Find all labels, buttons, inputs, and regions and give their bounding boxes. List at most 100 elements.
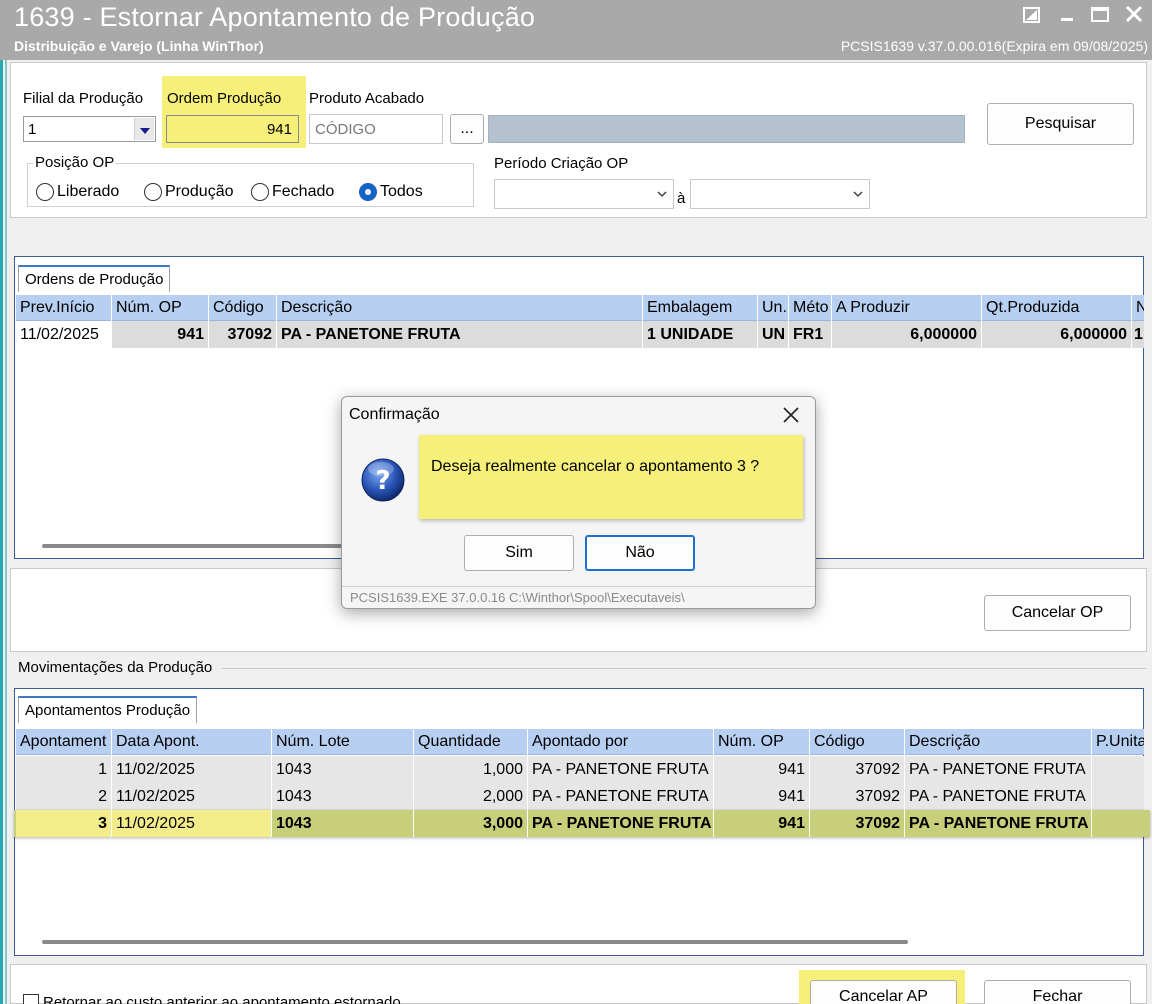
version-text: PCSIS1639 v.37.0.00.016(Expira em 09/08/… xyxy=(840,38,1148,54)
minimize-icon[interactable] xyxy=(1055,4,1079,26)
cell-un: UN xyxy=(757,321,788,348)
chevron-down-icon xyxy=(140,128,150,134)
cell-quantidade: 2,000 xyxy=(413,783,527,810)
cell-descricao: PA - PANETONE FRUTA xyxy=(276,321,642,348)
dialog-message: Deseja realmente cancelar o apontamento … xyxy=(431,458,760,475)
cell-num-op: 941 xyxy=(111,321,208,348)
retornar-custo-label: Retornar ao custo anterior ao apontament… xyxy=(43,994,401,1004)
cell-apontado-por: PA - PANETONE FRUTA xyxy=(527,783,713,810)
ordens-horizontal-scrollbar[interactable] xyxy=(42,544,342,548)
radio-fechado-label: Fechado xyxy=(272,183,335,200)
cell-codigo: 37092 xyxy=(809,810,904,837)
cell-metodo: FR1 xyxy=(788,321,831,348)
tab-apontamentos-producao[interactable]: Apontamentos Produção xyxy=(18,696,198,723)
col-p-unitario[interactable]: P.Unita xyxy=(1091,729,1144,755)
ordem-value: 941 xyxy=(266,121,292,138)
retornar-custo-checkbox[interactable] xyxy=(23,994,39,1004)
sim-label: Sim xyxy=(505,544,533,561)
cell-n: 1 xyxy=(1131,321,1144,348)
ordem-input[interactable]: 941 xyxy=(166,115,299,143)
cell-apontamento: 1 xyxy=(98,761,107,778)
maximize-icon[interactable] xyxy=(1088,4,1112,26)
cancelar-op-label: Cancelar OP xyxy=(1011,604,1104,621)
cell-a-produzir: 6,000000 xyxy=(831,321,981,348)
cell-quantidade: 3,000 xyxy=(413,810,527,837)
fechar-button[interactable]: Fechar xyxy=(984,980,1131,1004)
cancelar-op-button[interactable]: Cancelar OP xyxy=(984,595,1131,631)
cell-p-unitario xyxy=(1091,756,1144,783)
apontamentos-horizontal-scrollbar[interactable] xyxy=(42,940,908,944)
cell-codigo: 37092 xyxy=(809,783,904,810)
produto-search-button[interactable]: ... xyxy=(450,114,484,144)
nao-button[interactable]: Não xyxy=(585,535,695,571)
periodo-fim-select[interactable] xyxy=(690,179,870,209)
cell-num-op: 941 xyxy=(713,810,809,837)
cell-num-op: 941 xyxy=(713,756,809,783)
col-data-apont[interactable]: Data Apont. xyxy=(111,729,271,755)
produto-codigo-input[interactable]: CÓDIGO xyxy=(309,114,443,144)
cell-apontado-por: PA - PANETONE FRUTA xyxy=(527,810,713,837)
col-descricao[interactable]: Descrição xyxy=(276,295,642,321)
table-row-selected[interactable]: 3 11/02/2025 1043 3,000 PA - PANETONE FR… xyxy=(14,810,1150,837)
cell-prev-inicio: 11/02/2025 xyxy=(20,326,99,343)
cell-embalagem: 1 UNIDADE xyxy=(642,321,757,348)
cell-codigo: 37092 xyxy=(208,321,276,348)
col-codigo[interactable]: Código xyxy=(809,729,904,755)
radio-fechado[interactable]: Fechado xyxy=(251,183,334,201)
col-num-lote[interactable]: Núm. Lote xyxy=(271,729,413,755)
edit-icon[interactable] xyxy=(1020,4,1044,26)
periodo-inicio-select[interactable] xyxy=(494,179,674,209)
fechar-label: Fechar xyxy=(1032,988,1083,1004)
col-quantidade[interactable]: Quantidade xyxy=(413,729,527,755)
cell-num-lote: 1043 xyxy=(271,810,413,837)
col-codigo[interactable]: Código xyxy=(208,295,276,321)
col-apontado-por[interactable]: Apontado por xyxy=(527,729,713,755)
movimentacoes-label: Movimentações da Produção xyxy=(18,659,213,676)
col-apontamento[interactable]: Apontament xyxy=(16,729,111,755)
cancelar-ap-button[interactable]: Cancelar AP xyxy=(810,980,957,1004)
radio-liberado[interactable]: Liberado xyxy=(36,183,119,201)
dialog-message-box: Deseja realmente cancelar o apontamento … xyxy=(419,435,803,519)
radio-todos-label: Todos xyxy=(380,183,423,200)
cell-descricao: PA - PANETONE FRUTA xyxy=(904,783,1091,810)
col-embalagem[interactable]: Embalagem xyxy=(642,295,757,321)
produto-descricao-field xyxy=(488,115,965,143)
radio-producao[interactable]: Produção xyxy=(144,183,234,201)
close-icon[interactable] xyxy=(1122,4,1146,26)
cell-codigo: 37092 xyxy=(809,756,904,783)
cell-data-apont: 11/02/2025 xyxy=(111,756,271,783)
col-qt-produzida[interactable]: Qt.Produzida xyxy=(981,295,1131,321)
table-row[interactable]: 2 11/02/2025 1043 2,000 PA - PANETONE FR… xyxy=(16,783,1144,810)
tab-ordens-producao[interactable]: Ordens de Produção xyxy=(18,265,171,292)
filial-dropdown-button[interactable] xyxy=(134,118,154,140)
produto-placeholder: CÓDIGO xyxy=(315,121,376,138)
col-prev-inicio[interactable]: Prev.Início xyxy=(16,295,111,321)
periodo-separator: à xyxy=(677,190,686,207)
col-a-produzir[interactable]: A Produzir xyxy=(831,295,981,321)
periodo-label: Período Criação OP xyxy=(494,155,629,172)
sim-button[interactable]: Sim xyxy=(464,535,574,571)
radio-circle xyxy=(144,183,162,201)
chevron-down-icon xyxy=(853,191,863,197)
col-descricao[interactable]: Descrição xyxy=(904,729,1091,755)
table-row[interactable]: 11/02/2025 941 37092 PA - PANETONE FRUTA… xyxy=(16,321,1144,348)
window-title: 1639 - Estornar Apontamento de Produção xyxy=(14,2,536,32)
close-icon[interactable] xyxy=(781,405,801,425)
col-num-op[interactable]: Núm. OP xyxy=(713,729,809,755)
ordem-label: Ordem Produção xyxy=(167,90,282,107)
cell-apontamento: 2 xyxy=(98,788,107,805)
posicao-label: Posição OP xyxy=(33,154,117,171)
cell-p-unitario xyxy=(1091,783,1144,810)
movimentacoes-separator xyxy=(222,668,1146,669)
radio-circle xyxy=(36,183,54,201)
col-un[interactable]: Un. xyxy=(757,295,788,321)
radio-todos[interactable]: Todos xyxy=(359,183,423,201)
table-row[interactable]: 1 11/02/2025 1043 1,000 PA - PANETONE FR… xyxy=(16,756,1144,783)
filial-select[interactable]: 1 xyxy=(23,116,156,142)
col-num-op[interactable]: Núm. OP xyxy=(111,295,208,321)
col-metodo[interactable]: Méto xyxy=(788,295,831,321)
dialog-footer-text: PCSIS1639.EXE 37.0.0.16 C:\Winthor\Spool… xyxy=(350,590,685,605)
radio-producao-label: Produção xyxy=(165,183,234,200)
pesquisar-button[interactable]: Pesquisar xyxy=(987,103,1134,145)
col-n[interactable]: N xyxy=(1131,295,1144,321)
